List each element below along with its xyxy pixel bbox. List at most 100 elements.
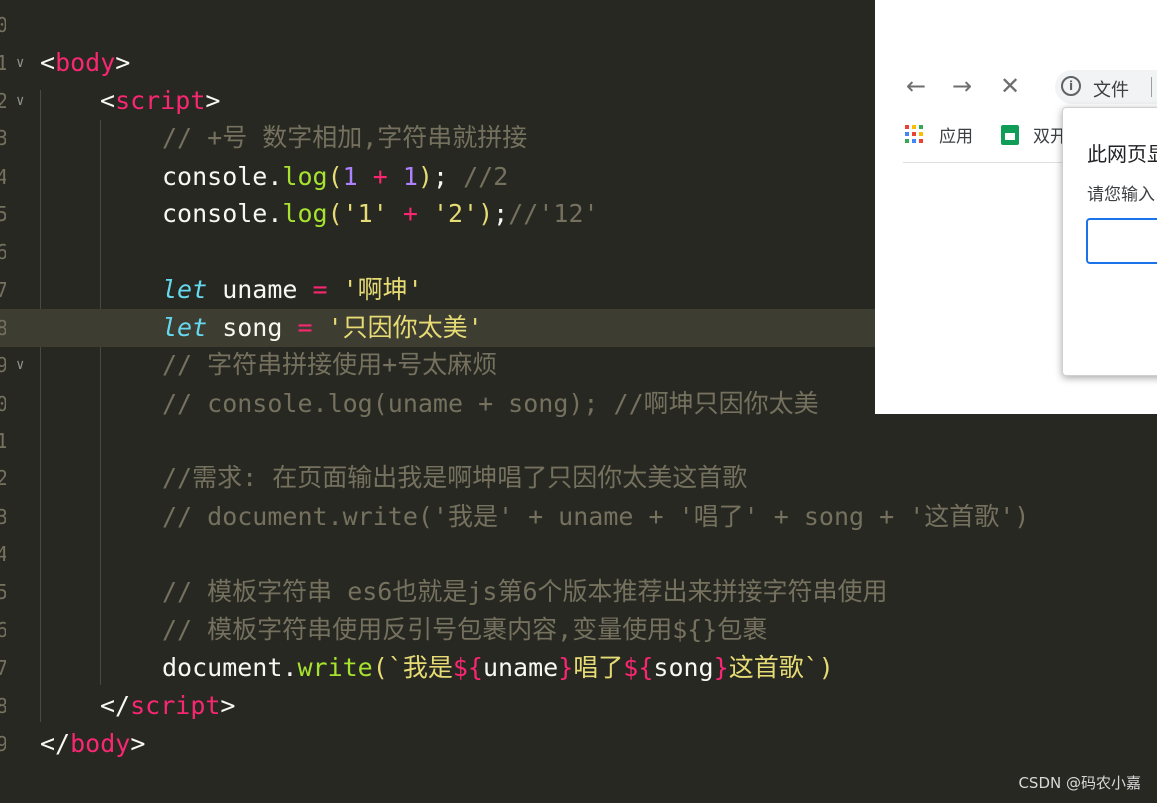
- code-token: <: [40, 48, 56, 77]
- code-token: // document.write('我是' + uname + '唱了' + …: [162, 502, 1030, 531]
- code-token: //需求: 在页面输出我是啊坤唱了只因你太美这首歌: [162, 463, 748, 492]
- chevron-down-icon[interactable]: ∨: [16, 82, 24, 120]
- code-token: ('1': [327, 199, 388, 228]
- code-line[interactable]: 1: [0, 422, 1157, 460]
- code-line[interactable]: 5 // 模板字符串 es6也就是js第6个版本推荐出来拼接字符串使用: [0, 573, 1157, 611]
- code-token: script: [130, 691, 221, 720]
- code-line[interactable]: 9 </body>: [0, 725, 1157, 763]
- line-number: 5: [0, 195, 6, 233]
- code-token: >: [115, 48, 131, 77]
- code-token: '2'): [432, 199, 494, 228]
- code-token: log: [282, 162, 328, 191]
- arrow-left-icon: ←: [905, 72, 927, 100]
- dialog-message: 请您输入: [1087, 185, 1155, 205]
- code-token: body: [55, 48, 116, 77]
- line-number: 7: [0, 271, 6, 309]
- code-token: uname: [207, 275, 313, 304]
- line-number: 6: [0, 611, 6, 649]
- code-token: ;: [432, 162, 464, 191]
- code-token: body: [70, 729, 131, 758]
- code-line[interactable]: 7document.write(`我是${uname}唱了${song}这首歌`…: [0, 649, 1157, 687]
- code-token: document.: [162, 653, 298, 682]
- dialog-title: 此网页显示: [1087, 142, 1157, 166]
- code-token: ): [417, 162, 433, 191]
- line-number: 3: [0, 498, 6, 536]
- apps-grid-dot: [912, 132, 916, 136]
- line-number: 1: [0, 422, 6, 460]
- line-number: 1: [0, 44, 6, 82]
- code-token: script: [115, 86, 206, 115]
- line-number: 9: [0, 725, 6, 763]
- apps-grid-dot: [905, 139, 909, 143]
- code-token: // +号 数字相加,字符串就拼接: [162, 123, 528, 152]
- code-line[interactable]: 2 //需求: 在页面输出我是啊坤唱了只因你太美这首歌: [0, 459, 1157, 497]
- apps-grid-dot: [905, 125, 909, 129]
- code-token: 1: [342, 162, 358, 191]
- line-number: 8: [0, 309, 6, 347]
- bookmark-apps[interactable]: 应用: [939, 122, 973, 147]
- code-token: 唱了: [573, 653, 624, 682]
- prompt-dialog: 此网页显示 请您输入: [1062, 107, 1157, 376]
- sheets-icon[interactable]: [1001, 125, 1019, 145]
- code-token: // 模板字符串使用反引号包裹内容,变量使用${}包裹: [162, 615, 768, 644]
- line-number: 3: [0, 119, 6, 157]
- back-button[interactable]: ←: [901, 70, 931, 102]
- code-token: song: [207, 313, 298, 342]
- code-line[interactable]: 8 let song = '只因你太美': [0, 309, 875, 347]
- apps-grid-dot: [919, 132, 923, 136]
- code-token: ${: [623, 653, 654, 682]
- address-bar[interactable]: i 文件: [1055, 70, 1157, 104]
- code-token: }: [713, 653, 729, 682]
- line-number: 7: [0, 649, 6, 687]
- code-token: (`我是: [372, 653, 453, 682]
- code-token: song: [653, 653, 714, 682]
- code-line[interactable]: 8 </script>: [0, 687, 1157, 725]
- chevron-down-icon[interactable]: ∨: [16, 346, 24, 384]
- line-number: 0: [0, 6, 6, 44]
- code-token: </: [40, 729, 71, 758]
- forward-button[interactable]: →: [947, 70, 977, 102]
- code-token: log: [282, 199, 328, 228]
- code-token: =: [297, 313, 313, 342]
- apps-grid-icon[interactable]: [905, 125, 925, 145]
- code-token: =: [312, 275, 328, 304]
- code-token: //'12': [508, 199, 599, 228]
- browser-window: ← → ✕ i 文件 应用 双开 此网页显示 请您输入: [875, 0, 1157, 414]
- line-number: 4: [0, 535, 6, 573]
- code-token: // console.log(uname + song); //啊坤只因你太美: [162, 389, 819, 418]
- line-number: 8: [0, 687, 6, 725]
- code-token: let: [162, 275, 208, 304]
- address-divider: [1151, 77, 1152, 97]
- line-number: 2: [0, 459, 6, 497]
- code-line[interactable]: 4: [0, 535, 1157, 573]
- line-number: 9: [0, 346, 6, 384]
- code-token: 这首歌`): [728, 653, 834, 682]
- code-token: console.: [162, 162, 283, 191]
- code-token: ${: [452, 653, 483, 682]
- code-token: (: [327, 162, 343, 191]
- apps-grid-dot: [919, 125, 923, 129]
- stop-button[interactable]: ✕: [995, 70, 1025, 102]
- line-number: 0: [0, 385, 6, 423]
- code-token: >: [220, 691, 236, 720]
- code-line[interactable]: 3 // document.write('我是' + uname + '唱了' +…: [0, 498, 1157, 536]
- code-token: 1: [402, 162, 418, 191]
- code-line[interactable]: 6 // 模板字符串使用反引号包裹内容,变量使用${}包裹: [0, 611, 1157, 649]
- code-token: uname: [482, 653, 559, 682]
- code-token: }: [558, 653, 574, 682]
- address-bar-label: 文件: [1093, 80, 1129, 101]
- apps-grid-dot: [912, 125, 916, 129]
- code-token: ;: [493, 199, 509, 228]
- code-token: // 模板字符串 es6也就是js第6个版本推荐出来拼接字符串使用: [162, 577, 888, 606]
- code-token: // 字符串拼接使用+号太麻烦: [162, 350, 498, 379]
- watermark: CSDN @码农小嘉: [1018, 774, 1141, 792]
- close-icon: ✕: [999, 72, 1021, 100]
- info-icon[interactable]: i: [1061, 76, 1081, 96]
- code-token: >: [205, 86, 221, 115]
- code-token: >: [130, 729, 146, 758]
- prompt-input[interactable]: [1086, 218, 1157, 264]
- code-token: let: [162, 313, 208, 342]
- code-token: write: [297, 653, 373, 682]
- apps-grid-dot: [905, 132, 909, 136]
- chevron-down-icon[interactable]: ∨: [16, 44, 24, 82]
